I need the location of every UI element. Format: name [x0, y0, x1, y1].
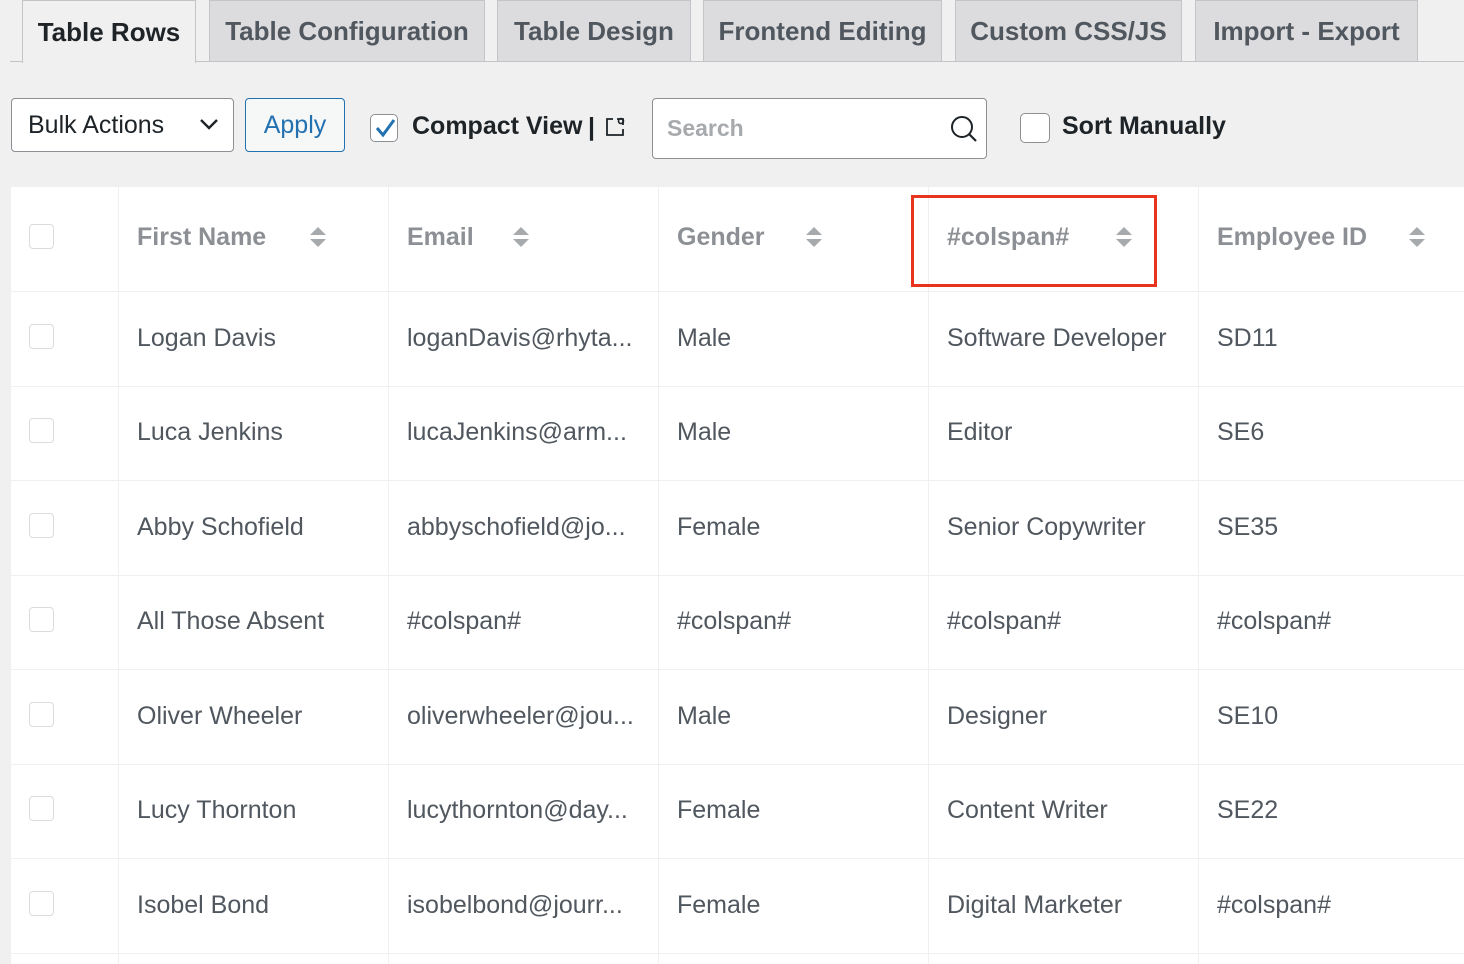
cell-first-name[interactable]: Luca Jenkins: [137, 418, 283, 447]
apply-button[interactable]: Apply: [245, 98, 345, 152]
tab-table-rows[interactable]: Table Rows: [22, 0, 196, 63]
cell-colspan[interactable]: Software Developer: [947, 324, 1167, 353]
cell-colspan[interactable]: Designer: [947, 702, 1047, 731]
row-divider: [11, 858, 1464, 859]
cell-colspan[interactable]: #colspan#: [947, 607, 1061, 636]
cell-first-name[interactable]: Oliver Wheeler: [137, 702, 302, 731]
column-header-employee-id[interactable]: Employee ID: [1217, 223, 1367, 252]
row-divider: [11, 386, 1464, 387]
colspan-column-highlight: [911, 195, 1157, 287]
cell-email[interactable]: isobelbond@jourr...: [407, 891, 623, 920]
column-header-first-name[interactable]: First Name: [137, 223, 266, 252]
row-divider: [11, 669, 1464, 670]
cell-first-name[interactable]: Isobel Bond: [137, 891, 269, 920]
cell-colspan[interactable]: Digital Marketer: [947, 891, 1122, 920]
cell-gender[interactable]: Male: [677, 702, 731, 731]
cell-gender[interactable]: Female: [677, 796, 760, 825]
bulk-actions-select[interactable]: Bulk Actions: [11, 98, 234, 152]
row-checkbox[interactable]: [29, 418, 54, 443]
row-checkbox[interactable]: [29, 891, 54, 916]
cell-colspan[interactable]: Content Writer: [947, 796, 1108, 825]
row-divider: [11, 764, 1464, 765]
row-checkbox[interactable]: [29, 796, 54, 821]
row-checkbox[interactable]: [29, 324, 54, 349]
cell-gender[interactable]: Male: [677, 324, 731, 353]
bulk-actions-label: Bulk Actions: [28, 110, 165, 139]
compact-view-checkbox[interactable]: [370, 114, 398, 142]
compact-view-separator: |: [588, 113, 595, 141]
row-checkbox[interactable]: [29, 513, 54, 538]
cell-email[interactable]: lucaJenkins@arm...: [407, 418, 627, 447]
cell-employee-id[interactable]: #colspan#: [1217, 607, 1331, 636]
search-box: [652, 98, 987, 159]
cell-email[interactable]: oliverwheeler@jou...: [407, 702, 634, 731]
cell-email[interactable]: #colspan#: [407, 607, 521, 636]
cell-email[interactable]: loganDavis@rhyta...: [407, 324, 632, 353]
column-header-gender[interactable]: Gender: [677, 223, 765, 252]
cell-first-name[interactable]: Logan Davis: [137, 324, 276, 353]
rows-table: First Name Email Gender #colspan# Employ…: [11, 187, 1464, 964]
row-checkbox[interactable]: [29, 607, 54, 632]
sort-manually-checkbox[interactable]: [1020, 113, 1050, 143]
tab-import-export[interactable]: Import - Export: [1195, 0, 1418, 61]
search-input[interactable]: [653, 99, 943, 158]
row-divider: [11, 575, 1464, 576]
cell-first-name[interactable]: Lucy Thornton: [137, 796, 296, 825]
cell-employee-id[interactable]: SE35: [1217, 513, 1278, 542]
sort-arrows-icon[interactable]: [512, 226, 530, 248]
sort-arrows-icon[interactable]: [1408, 226, 1426, 248]
cell-gender[interactable]: #colspan#: [677, 607, 791, 636]
cell-gender[interactable]: Female: [677, 891, 760, 920]
row-checkbox[interactable]: [29, 702, 54, 727]
sort-arrows-icon[interactable]: [805, 226, 823, 248]
row-divider: [11, 480, 1464, 481]
column-header-email[interactable]: Email: [407, 223, 474, 252]
tab-custom-css-js[interactable]: Custom CSS/JS: [955, 0, 1182, 61]
cell-gender[interactable]: Female: [677, 513, 760, 542]
sort-arrows-icon[interactable]: [309, 226, 327, 248]
external-link-icon[interactable]: [604, 116, 626, 138]
tab-bar: Table Rows Table Configuration Table Des…: [0, 0, 1464, 63]
cell-colspan[interactable]: Senior Copywriter: [947, 513, 1146, 542]
tab-frontend-editing[interactable]: Frontend Editing: [703, 0, 942, 61]
cell-employee-id[interactable]: #colspan#: [1217, 891, 1331, 920]
row-divider: [11, 291, 1464, 292]
cell-employee-id[interactable]: SE10: [1217, 702, 1278, 731]
cell-email[interactable]: abbyschofield@jo...: [407, 513, 626, 542]
cell-employee-id[interactable]: SE22: [1217, 796, 1278, 825]
select-all-checkbox[interactable]: [29, 224, 54, 249]
tab-bar-divider: [10, 61, 1464, 62]
cell-first-name[interactable]: Abby Schofield: [137, 513, 304, 542]
checkmark-icon: [375, 119, 396, 138]
cell-email[interactable]: lucythornton@day...: [407, 796, 628, 825]
chevron-down-icon: [200, 119, 218, 130]
cell-employee-id[interactable]: SD11: [1217, 324, 1278, 353]
tab-table-configuration[interactable]: Table Configuration: [209, 0, 485, 61]
cell-colspan[interactable]: Editor: [947, 418, 1012, 447]
cell-gender[interactable]: Male: [677, 418, 731, 447]
cell-employee-id[interactable]: SE6: [1217, 418, 1264, 447]
sort-manually-label: Sort Manually: [1062, 112, 1226, 140]
compact-view-label: Compact View: [412, 112, 583, 140]
row-divider: [11, 953, 1464, 954]
cell-first-name[interactable]: All Those Absent: [137, 607, 324, 636]
tab-table-design[interactable]: Table Design: [497, 0, 691, 61]
search-icon[interactable]: [950, 115, 978, 143]
